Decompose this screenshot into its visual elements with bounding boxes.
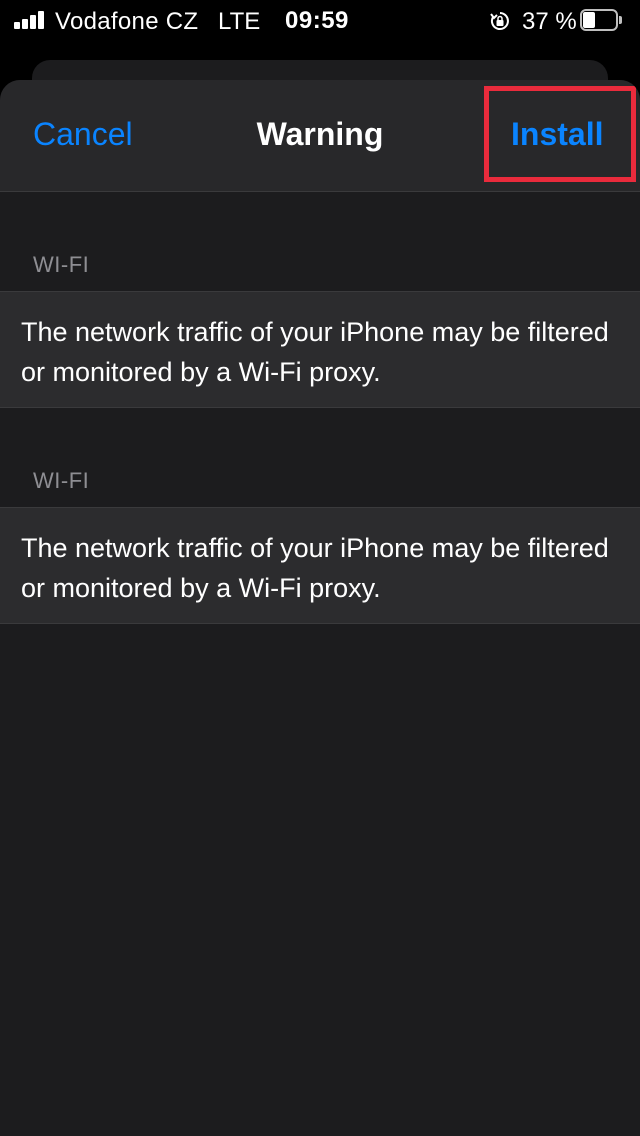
warning-sheet: Cancel Warning Install WI-FI The network… bbox=[0, 80, 640, 1136]
warning-cell: The network traffic of your iPhone may b… bbox=[0, 507, 640, 624]
battery-icon bbox=[580, 9, 622, 31]
status-bar: Vodafone CZ LTE 09:59 37 % bbox=[0, 0, 640, 42]
warning-text: The network traffic of your iPhone may b… bbox=[21, 533, 609, 603]
clock: 09:59 bbox=[285, 7, 349, 34]
install-highlight-box: Install bbox=[484, 86, 636, 182]
carrier-name: Vodafone CZ bbox=[55, 8, 199, 35]
battery-level-fill bbox=[583, 12, 595, 28]
install-button[interactable]: Install bbox=[511, 116, 603, 153]
network-type: LTE bbox=[218, 8, 261, 35]
signal-icon bbox=[14, 11, 46, 29]
navigation-bar: Cancel Warning Install bbox=[0, 80, 640, 192]
cancel-button[interactable]: Cancel bbox=[33, 116, 133, 153]
warning-cell: The network traffic of your iPhone may b… bbox=[0, 291, 640, 408]
warning-text: The network traffic of your iPhone may b… bbox=[21, 317, 609, 387]
battery-percent: 37 % bbox=[522, 8, 577, 35]
section-header: WI-FI bbox=[33, 252, 90, 277]
screen: Vodafone CZ LTE 09:59 37 % Cancel Warnin… bbox=[0, 0, 640, 1136]
section-header: WI-FI bbox=[33, 468, 90, 493]
rotation-lock-icon bbox=[490, 10, 510, 30]
